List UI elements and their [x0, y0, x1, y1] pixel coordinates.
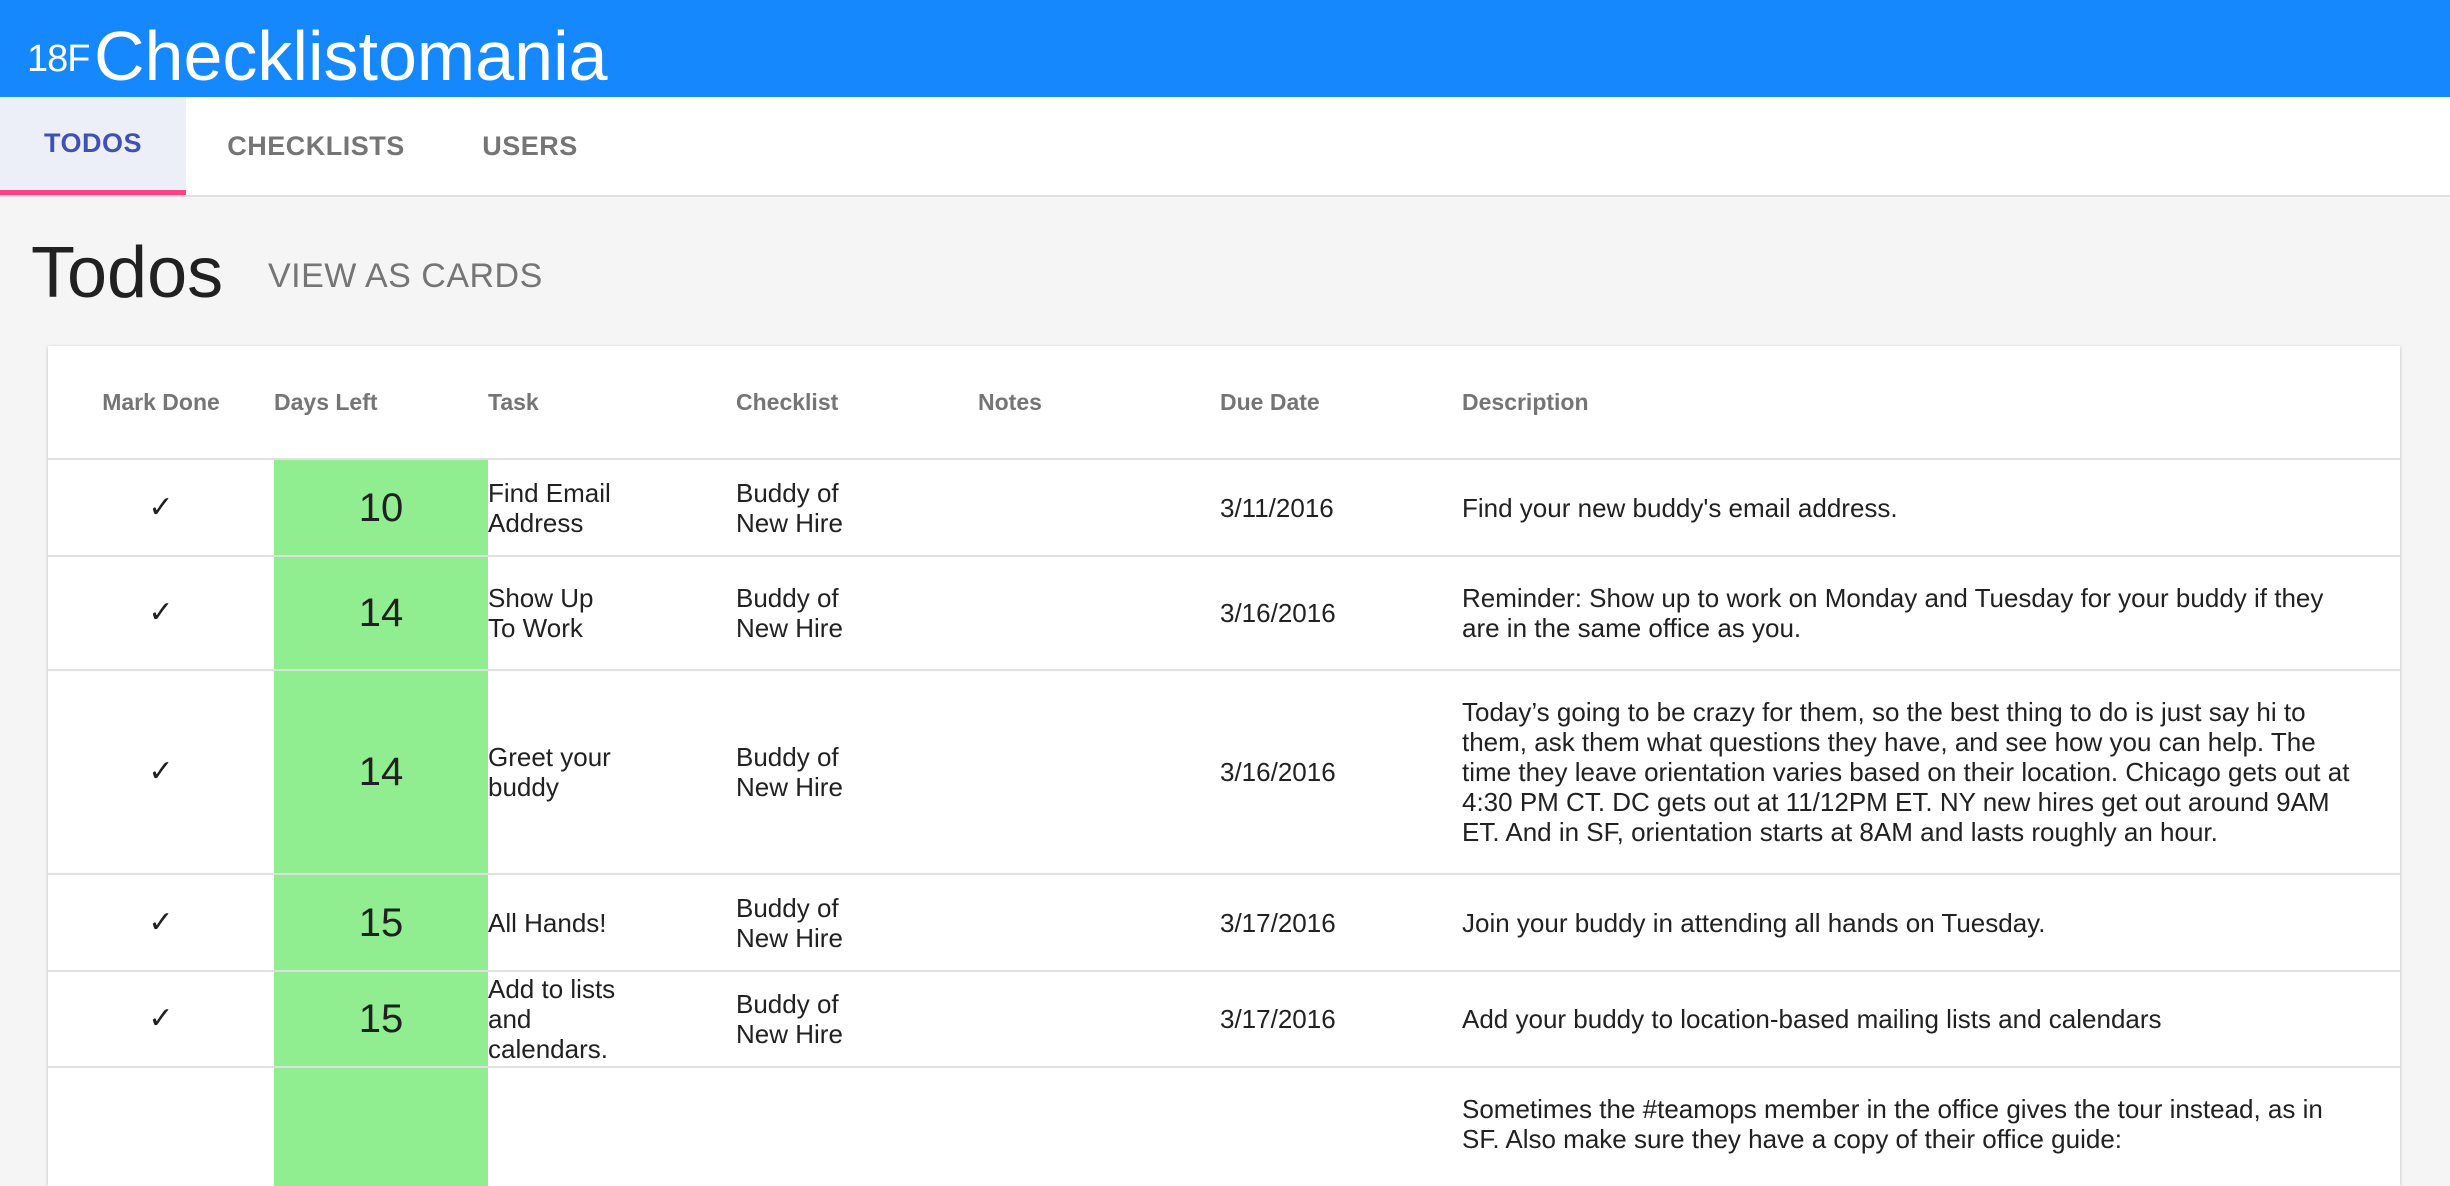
page-title: Todos: [31, 233, 224, 313]
view-as-cards-button[interactable]: VIEW AS CARDS: [268, 257, 543, 296]
days-left-cell: 10: [274, 459, 488, 557]
notes-cell[interactable]: [978, 556, 1220, 671]
checklist-cell: Buddy of New Hire: [736, 556, 978, 671]
task-cell: Show Up To Work: [488, 556, 736, 671]
description-cell: Join your buddy in attending all hands o…: [1462, 874, 2400, 972]
checklist-text: Buddy of New Hire: [736, 742, 843, 802]
due-date-cell: [1220, 1067, 1462, 1186]
mark-done-checkmark[interactable]: ✓: [48, 874, 274, 972]
checklist-cell: Buddy of New Hire: [736, 670, 978, 875]
checklist-cell: [736, 1067, 978, 1186]
task-cell: [488, 1067, 736, 1186]
due-date-cell: 3/17/2016: [1220, 874, 1462, 972]
checklist-text: Buddy of New Hire: [736, 892, 843, 953]
days-left-cell: 15: [274, 971, 488, 1068]
task-text: Show Up To Work: [488, 583, 594, 643]
task-cell: All Hands!: [488, 874, 736, 972]
notes-cell[interactable]: [978, 670, 1220, 875]
checklist-cell: Buddy of New Hire: [736, 459, 978, 557]
days-left-cell: 15: [274, 874, 488, 972]
notes-cell[interactable]: [978, 1067, 1220, 1186]
table-row: ✓ 14 Show Up To Work Buddy of New Hire 3…: [48, 556, 2400, 671]
header-checklist[interactable]: Checklist: [736, 346, 978, 460]
mark-done-checkmark[interactable]: ✓: [48, 971, 274, 1068]
table-row: ✓ 15 Add to lists and calendars. Buddy o…: [48, 971, 2400, 1068]
logo-18f[interactable]: 18F: [27, 38, 90, 81]
todos-table-card: Mark Done Days Left Task Checklist Notes…: [48, 346, 2400, 1186]
task-text: Find Email Address: [488, 477, 611, 538]
tab-bar: TODOS CHECKLISTS USERS: [0, 97, 2450, 197]
table-row: ✓ 14 Greet your buddy Buddy of New Hire …: [48, 670, 2400, 875]
days-left-cell: 14: [274, 670, 488, 875]
header-description[interactable]: Description: [1462, 346, 2400, 460]
due-date-cell: 3/11/2016: [1220, 459, 1462, 557]
checklist-cell: Buddy of New Hire: [736, 971, 978, 1068]
mark-done-checkmark[interactable]: [48, 1067, 274, 1186]
header-due-date[interactable]: Due Date: [1220, 346, 1462, 460]
task-text: All Hands!: [488, 907, 607, 938]
mark-done-checkmark[interactable]: ✓: [48, 670, 274, 875]
checklist-text: Buddy of New Hire: [736, 989, 843, 1049]
due-date-cell: 3/17/2016: [1220, 971, 1462, 1068]
page-header: Todos VIEW AS CARDS: [0, 197, 2450, 344]
description-cell: Find your new buddy's email address.: [1462, 459, 2400, 557]
mark-done-checkmark[interactable]: ✓: [48, 459, 274, 557]
todos-table: Mark Done Days Left Task Checklist Notes…: [48, 346, 2400, 1186]
tab-checklists[interactable]: CHECKLISTS: [186, 97, 446, 195]
due-date-cell: 3/16/2016: [1220, 670, 1462, 875]
description-cell: Reminder: Show up to work on Monday and …: [1462, 556, 2400, 671]
header-mark-done[interactable]: Mark Done: [48, 346, 274, 460]
mark-done-checkmark[interactable]: ✓: [48, 556, 274, 671]
table-row: ✓ 10 Find Email Address Buddy of New Hir…: [48, 459, 2400, 557]
task-cell: Greet your buddy: [488, 670, 736, 875]
task-cell: Add to lists and calendars.: [488, 971, 736, 1068]
app-bar: 18F Checklistomania: [0, 0, 2450, 97]
task-text: Greet your buddy: [488, 742, 611, 802]
table-header-row: Mark Done Days Left Task Checklist Notes…: [48, 346, 2400, 460]
description-cell: Sometimes the #teamops member in the off…: [1462, 1067, 2400, 1186]
table-row: ✓ 15 All Hands! Buddy of New Hire 3/17/2…: [48, 874, 2400, 972]
header-task[interactable]: Task: [488, 346, 736, 460]
days-left-cell: 14: [274, 556, 488, 671]
task-text: Add to lists and calendars.: [488, 974, 616, 1064]
checklist-text: Buddy of New Hire: [736, 477, 843, 538]
due-date-cell: 3/16/2016: [1220, 556, 1462, 671]
header-days-left[interactable]: Days Left: [274, 346, 488, 460]
days-left-cell: [274, 1067, 488, 1186]
notes-cell[interactable]: [978, 874, 1220, 972]
description-cell: Add your buddy to location-based mailing…: [1462, 971, 2400, 1068]
table-row: Sometimes the #teamops member in the off…: [48, 1067, 2400, 1186]
description-cell: Today’s going to be crazy for them, so t…: [1462, 670, 2400, 875]
header-notes[interactable]: Notes: [978, 346, 1220, 460]
notes-cell[interactable]: [978, 971, 1220, 1068]
tab-todos[interactable]: TODOS: [0, 97, 186, 195]
notes-cell[interactable]: [978, 459, 1220, 557]
task-cell: Find Email Address: [488, 459, 736, 557]
tab-users[interactable]: USERS: [446, 97, 614, 195]
app-title: Checklistomania: [94, 17, 608, 95]
checklist-text: Buddy of New Hire: [736, 583, 843, 643]
checklist-cell: Buddy of New Hire: [736, 874, 978, 972]
